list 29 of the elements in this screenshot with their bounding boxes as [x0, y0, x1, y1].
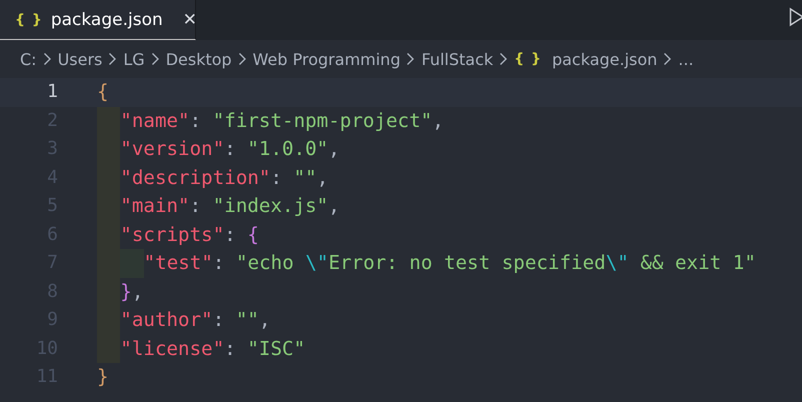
code-line: "description": "",: [120, 164, 328, 190]
chevron-icon: [150, 52, 160, 66]
run-icon[interactable]: [789, 7, 802, 27]
code-line: "version": "1.0.0",: [120, 136, 340, 162]
breadcrumb-item[interactable]: LG: [123, 50, 145, 68]
breadcrumb-item[interactable]: C:: [20, 50, 37, 68]
code-line: "scripts": {: [120, 222, 259, 248]
chevron-icon: [108, 52, 118, 66]
code-line: "license": "ISC": [120, 336, 306, 362]
breadcrumb-item[interactable]: ...: [678, 50, 694, 68]
chevron-icon: [499, 52, 508, 66]
code-line: }: [97, 364, 109, 390]
breadcrumb-item[interactable]: FullStack: [421, 50, 494, 68]
line-number: 1: [46, 80, 58, 104]
breadcrumb-item[interactable]: Users: [58, 50, 102, 68]
breadcrumb-item[interactable]: Web Programming: [252, 50, 400, 68]
code-line: "main": "index.js",: [120, 193, 340, 219]
code-line: "name": "first-npm-project",: [120, 108, 444, 134]
breadcrumb-item[interactable]: { } package.json: [514, 50, 658, 68]
editor-tab[interactable]: { } package.json ✕: [0, 0, 196, 40]
code-line: },: [120, 278, 144, 304]
chevron-icon: [406, 52, 416, 66]
breadcrumb-item[interactable]: Desktop: [166, 50, 232, 68]
chevron-icon: [663, 52, 672, 66]
chevron-icon: [238, 52, 247, 66]
chevron-icon: [42, 52, 52, 66]
code-line: {: [97, 79, 109, 105]
code-line: "author": "",: [120, 307, 270, 333]
code-line: "test": "echo \"Error: no test specified\" && exit 1": [144, 250, 756, 276]
